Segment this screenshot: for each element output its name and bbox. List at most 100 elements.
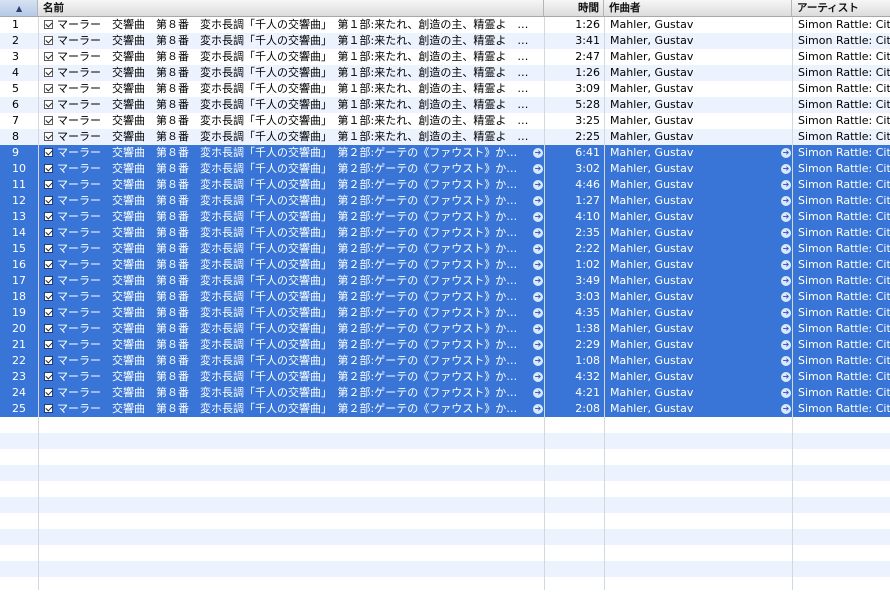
checkbox-checked-icon[interactable] [44,164,53,173]
arrow-circle-right-icon[interactable]: ➜ [781,388,791,398]
arrow-circle-right-icon[interactable]: ➜ [781,340,791,350]
track-row[interactable]: 8 マーラー 交響曲 第８番 変ホ長調「千人の交響曲」 第１部:来たれ、創造の主、… [0,129,890,145]
track-row[interactable]: 14 マーラー 交響曲 第８番 変ホ長調「千人の交響曲」 第２部:ゲーテの《ファウ… [0,225,890,241]
checkbox-checked-icon[interactable] [44,324,53,333]
arrow-circle-right-icon[interactable]: ➜ [781,228,791,238]
arrow-circle-right-icon[interactable]: ➜ [781,180,791,190]
checkbox-checked-icon[interactable] [44,356,53,365]
track-name-cell: マーラー 交響曲 第８番 変ホ長調「千人の交響曲」 第１部:来たれ、創造の主、精… [38,81,544,97]
track-row[interactable]: 5 マーラー 交響曲 第８番 変ホ長調「千人の交響曲」 第１部:来たれ、創造の主、… [0,81,890,97]
track-row[interactable]: 3 マーラー 交響曲 第８番 変ホ長調「千人の交響曲」 第１部:来たれ、創造の主、… [0,49,890,65]
arrow-circle-right-icon[interactable]: ➜ [533,244,543,254]
arrow-circle-right-icon[interactable]: ➜ [533,292,543,302]
arrow-circle-right-icon[interactable]: ➜ [781,196,791,206]
track-row[interactable]: 21 マーラー 交響曲 第８番 変ホ長調「千人の交響曲」 第２部:ゲーテの《ファウ… [0,337,890,353]
arrow-circle-right-icon[interactable]: ➜ [533,212,543,222]
arrow-circle-right-icon[interactable]: ➜ [533,372,543,382]
checkbox-checked-icon[interactable] [44,276,53,285]
track-row[interactable]: 15 マーラー 交響曲 第８番 変ホ長調「千人の交響曲」 第２部:ゲーテの《ファウ… [0,241,890,257]
track-row[interactable]: 23 マーラー 交響曲 第８番 変ホ長調「千人の交響曲」 第２部:ゲーテの《ファウ… [0,369,890,385]
arrow-circle-right-icon[interactable]: ➜ [781,164,791,174]
arrow-circle-right-icon[interactable]: ➜ [781,212,791,222]
track-row[interactable]: 1 マーラー 交響曲 第８番 変ホ長調「千人の交響曲」 第１部:来たれ、創造の主、… [0,17,890,33]
track-composer: Mahler, Gustav [610,242,694,255]
checkbox-checked-icon[interactable] [44,100,53,109]
arrow-circle-right-icon[interactable]: ➜ [781,148,791,158]
arrow-circle-right-icon[interactable]: ➜ [533,308,543,318]
arrow-circle-right-icon[interactable]: ➜ [781,260,791,270]
track-time: 3:09 [575,82,600,95]
track-row[interactable]: 2 マーラー 交響曲 第８番 変ホ長調「千人の交響曲」 第１部:来たれ、創造の主、… [0,33,890,49]
checkbox-checked-icon[interactable] [44,212,53,221]
track-time: 2:29 [575,338,600,351]
column-header-number[interactable]: ▲ [0,0,38,16]
checkbox-checked-icon[interactable] [44,116,53,125]
track-row[interactable]: 25 マーラー 交響曲 第８番 変ホ長調「千人の交響曲」 第２部:ゲーテの《ファウ… [0,401,890,417]
checkbox-checked-icon[interactable] [44,52,53,61]
arrow-circle-right-icon[interactable]: ➜ [781,372,791,382]
track-composer: Mahler, Gustav [610,34,694,47]
column-divider [38,17,39,590]
track-row[interactable]: 20 マーラー 交響曲 第８番 変ホ長調「千人の交響曲」 第２部:ゲーテの《ファウ… [0,321,890,337]
track-name: マーラー 交響曲 第８番 変ホ長調「千人の交響曲」 第１部:来たれ、創造の主、精… [57,50,529,63]
arrow-circle-right-icon[interactable]: ➜ [781,308,791,318]
track-row[interactable]: 24 マーラー 交響曲 第８番 変ホ長調「千人の交響曲」 第２部:ゲーテの《ファウ… [0,385,890,401]
track-row[interactable]: 9 マーラー 交響曲 第８番 変ホ長調「千人の交響曲」 第２部:ゲーテの《ファウス… [0,145,890,161]
arrow-circle-right-icon[interactable]: ➜ [781,404,791,414]
checkbox-checked-icon[interactable] [44,404,53,413]
arrow-circle-right-icon[interactable]: ➜ [781,324,791,334]
checkbox-checked-icon[interactable] [44,372,53,381]
checkbox-checked-icon[interactable] [44,228,53,237]
track-row[interactable]: 19 マーラー 交響曲 第８番 変ホ長調「千人の交響曲」 第２部:ゲーテの《ファウ… [0,305,890,321]
track-row[interactable]: 16 マーラー 交響曲 第８番 変ホ長調「千人の交響曲」 第２部:ゲーテの《ファウ… [0,257,890,273]
checkbox-checked-icon[interactable] [44,20,53,29]
checkbox-checked-icon[interactable] [44,36,53,45]
column-header-composer[interactable]: 作曲者 [604,0,792,16]
checkbox-checked-icon[interactable] [44,308,53,317]
checkbox-checked-icon[interactable] [44,244,53,253]
checkbox-checked-icon[interactable] [44,132,53,141]
checkbox-checked-icon[interactable] [44,260,53,269]
track-name-cell: マーラー 交響曲 第８番 変ホ長調「千人の交響曲」 第２部:ゲーテの《ファウスト… [38,289,544,305]
arrow-circle-right-icon[interactable]: ➜ [533,228,543,238]
checkbox-checked-icon[interactable] [44,68,53,77]
track-row[interactable]: 11 マーラー 交響曲 第８番 変ホ長調「千人の交響曲」 第２部:ゲーテの《ファウ… [0,177,890,193]
arrow-circle-right-icon[interactable]: ➜ [533,340,543,350]
track-row[interactable]: 7 マーラー 交響曲 第８番 変ホ長調「千人の交響曲」 第１部:来たれ、創造の主、… [0,113,890,129]
track-row[interactable]: 10 マーラー 交響曲 第８番 変ホ長調「千人の交響曲」 第２部:ゲーテの《ファウ… [0,161,890,177]
arrow-circle-right-icon[interactable]: ➜ [781,356,791,366]
track-row[interactable]: 13 マーラー 交響曲 第８番 変ホ長調「千人の交響曲」 第２部:ゲーテの《ファウ… [0,209,890,225]
checkbox-checked-icon[interactable] [44,388,53,397]
arrow-circle-right-icon[interactable]: ➜ [533,356,543,366]
column-header-artist[interactable]: アーティスト [792,0,890,16]
track-name-cell: マーラー 交響曲 第８番 変ホ長調「千人の交響曲」 第２部:ゲーテの《ファウスト… [38,337,544,353]
arrow-circle-right-icon[interactable]: ➜ [781,292,791,302]
checkbox-checked-icon[interactable] [44,196,53,205]
track-row[interactable]: 12 マーラー 交響曲 第８番 変ホ長調「千人の交響曲」 第２部:ゲーテの《ファウ… [0,193,890,209]
checkbox-checked-icon[interactable] [44,340,53,349]
track-row[interactable]: 18 マーラー 交響曲 第８番 変ホ長調「千人の交響曲」 第２部:ゲーテの《ファウ… [0,289,890,305]
track-row[interactable]: 22 マーラー 交響曲 第８番 変ホ長調「千人の交響曲」 第２部:ゲーテの《ファウ… [0,353,890,369]
arrow-circle-right-icon[interactable]: ➜ [533,180,543,190]
arrow-circle-right-icon[interactable]: ➜ [781,276,791,286]
arrow-circle-right-icon[interactable]: ➜ [533,276,543,286]
checkbox-checked-icon[interactable] [44,180,53,189]
column-header-time[interactable]: 時間 [544,0,604,16]
checkbox-checked-icon[interactable] [44,84,53,93]
checkbox-checked-icon[interactable] [44,292,53,301]
arrow-circle-right-icon[interactable]: ➜ [781,244,791,254]
track-number: 24 [12,386,26,399]
track-row[interactable]: 17 マーラー 交響曲 第８番 変ホ長調「千人の交響曲」 第２部:ゲーテの《ファウ… [0,273,890,289]
arrow-circle-right-icon[interactable]: ➜ [533,404,543,414]
checkbox-checked-icon[interactable] [44,148,53,157]
arrow-circle-right-icon[interactable]: ➜ [533,196,543,206]
arrow-circle-right-icon[interactable]: ➜ [533,260,543,270]
arrow-circle-right-icon[interactable]: ➜ [533,388,543,398]
arrow-circle-right-icon[interactable]: ➜ [533,148,543,158]
arrow-circle-right-icon[interactable]: ➜ [533,164,543,174]
track-row[interactable]: 4 マーラー 交響曲 第８番 変ホ長調「千人の交響曲」 第１部:来たれ、創造の主、… [0,65,890,81]
column-header-name[interactable]: 名前 [38,0,544,16]
track-artist: Simon Rattle: City of Birmingham Symphon… [798,258,890,271]
track-row[interactable]: 6 マーラー 交響曲 第８番 変ホ長調「千人の交響曲」 第１部:来たれ、創造の主、… [0,97,890,113]
arrow-circle-right-icon[interactable]: ➜ [533,324,543,334]
